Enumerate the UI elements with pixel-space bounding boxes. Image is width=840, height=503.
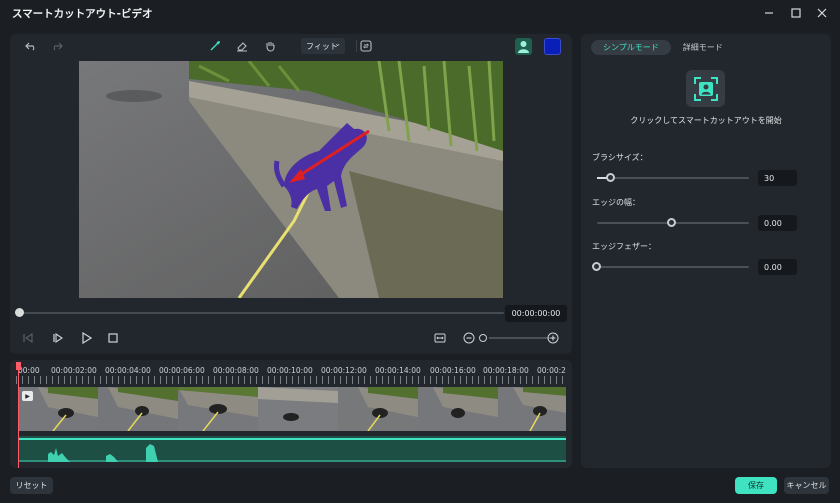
chevron-down-icon: ⌄ bbox=[334, 39, 341, 48]
next-frame-icon[interactable] bbox=[50, 330, 66, 346]
toolbar: フィット ⌄ bbox=[10, 34, 572, 58]
tick-label: 00:00:06:00 bbox=[159, 366, 205, 375]
stop-icon[interactable] bbox=[105, 330, 121, 346]
audio-track[interactable] bbox=[18, 436, 566, 462]
tab-advanced-mode[interactable]: 詳細モード bbox=[671, 40, 735, 55]
tick-label: 00:00:16:00 bbox=[430, 366, 476, 375]
zoom-out-icon[interactable] bbox=[461, 330, 477, 346]
reset-button[interactable]: リセット bbox=[10, 477, 53, 494]
video-preview[interactable] bbox=[79, 61, 503, 298]
play-icon[interactable] bbox=[78, 330, 94, 346]
video-frame-image bbox=[79, 61, 503, 298]
undo-icon[interactable] bbox=[22, 38, 40, 54]
audio-waveform bbox=[18, 444, 566, 462]
window-title: スマートカットアウト-ビデオ bbox=[12, 8, 153, 20]
minimize-icon[interactable] bbox=[760, 4, 778, 22]
maximize-icon[interactable] bbox=[787, 4, 805, 22]
tick-label: 00:00:12:00 bbox=[321, 366, 367, 375]
scrubber-handle[interactable] bbox=[15, 308, 24, 317]
brush-icon[interactable] bbox=[206, 38, 224, 54]
video-thumbnail bbox=[418, 387, 498, 431]
timeline-panel: 00:00 00:00:02:00 00:00:04:00 00:00:06:0… bbox=[10, 360, 572, 468]
video-thumbnail bbox=[178, 387, 258, 431]
video-track[interactable]: ▶ bbox=[18, 387, 566, 431]
fit-select[interactable]: フィット ⌄ bbox=[301, 38, 345, 54]
tick-label: 00:00:08:00 bbox=[213, 366, 259, 375]
brush-size-field[interactable]: 30 bbox=[758, 170, 797, 186]
previous-frame-icon[interactable] bbox=[20, 330, 36, 346]
tick-label: 00:00:18:00 bbox=[483, 366, 529, 375]
zoom-in-icon[interactable] bbox=[545, 330, 561, 346]
mask-color-swatch[interactable] bbox=[544, 38, 561, 55]
smart-cutout-label: クリックしてスマートカットアウトを開始 bbox=[630, 116, 782, 125]
eraser-icon[interactable] bbox=[233, 38, 251, 54]
video-thumbnail bbox=[98, 387, 178, 431]
cancel-button[interactable]: キャンセル bbox=[784, 477, 829, 494]
brush-size-slider-handle[interactable] bbox=[606, 173, 615, 182]
settings-panel: シンプルモード 詳細モード クリックしてスマートカットアウトを開始 ブラシサイズ… bbox=[581, 34, 831, 468]
timecode-display: 00:00:00:00 bbox=[505, 305, 567, 322]
video-thumbnail bbox=[498, 387, 566, 431]
swap-icon[interactable] bbox=[357, 38, 375, 54]
fit-timeline-icon[interactable] bbox=[432, 330, 448, 346]
timeline-ruler[interactable]: 00:00 00:00:02:00 00:00:04:00 00:00:06:0… bbox=[10, 360, 572, 386]
tick-label: 00:00:2 bbox=[537, 366, 566, 375]
ruler-ticks bbox=[16, 376, 566, 384]
edge-feather-field[interactable]: 0.00 bbox=[758, 259, 797, 275]
edge-feather-slider-handle[interactable] bbox=[592, 262, 601, 271]
hand-icon[interactable] bbox=[261, 38, 279, 54]
tab-simple-mode[interactable]: シンプルモード bbox=[591, 40, 671, 55]
zoom-slider-handle[interactable] bbox=[479, 334, 487, 342]
tick-label: 00:00:10:00 bbox=[267, 366, 313, 375]
video-thumbnail bbox=[258, 387, 338, 431]
tick-label: 00:00 bbox=[18, 366, 40, 375]
person-silhouette-icon[interactable] bbox=[515, 38, 532, 55]
tick-label: 00:00:02:00 bbox=[51, 366, 97, 375]
tick-label: 00:00:14:00 bbox=[375, 366, 421, 375]
playhead[interactable] bbox=[18, 364, 19, 468]
brush-size-label: ブラシサイズ： bbox=[592, 153, 648, 162]
title-bar: スマートカットアウト-ビデオ bbox=[0, 0, 840, 26]
smart-cutout-icon bbox=[693, 76, 718, 101]
edge-width-slider-handle[interactable] bbox=[667, 218, 676, 227]
playhead-handle[interactable] bbox=[16, 362, 21, 370]
fit-select-label: フィット bbox=[306, 41, 338, 51]
edge-width-field[interactable]: 0.00 bbox=[758, 215, 797, 231]
edge-feather-label: エッジフェザー： bbox=[592, 242, 656, 251]
scrubber-track[interactable] bbox=[20, 312, 504, 314]
smart-cutout-button[interactable] bbox=[686, 70, 725, 107]
mode-tabs: シンプルモード 詳細モード bbox=[591, 40, 735, 56]
save-button[interactable]: 保存 bbox=[735, 477, 777, 494]
editor-panel: フィット ⌄ 00:00:00:00 bbox=[10, 34, 572, 354]
video-clip-icon: ▶ bbox=[22, 391, 33, 401]
video-thumbnail bbox=[338, 387, 418, 431]
edge-width-label: エッジの幅： bbox=[592, 198, 640, 207]
tick-label: 00:00:04:00 bbox=[105, 366, 151, 375]
zoom-slider-track[interactable] bbox=[489, 337, 551, 339]
brush-size-slider[interactable] bbox=[597, 177, 749, 179]
edge-feather-slider[interactable] bbox=[597, 266, 749, 268]
redo-icon[interactable] bbox=[48, 38, 66, 54]
close-icon[interactable] bbox=[813, 4, 831, 22]
